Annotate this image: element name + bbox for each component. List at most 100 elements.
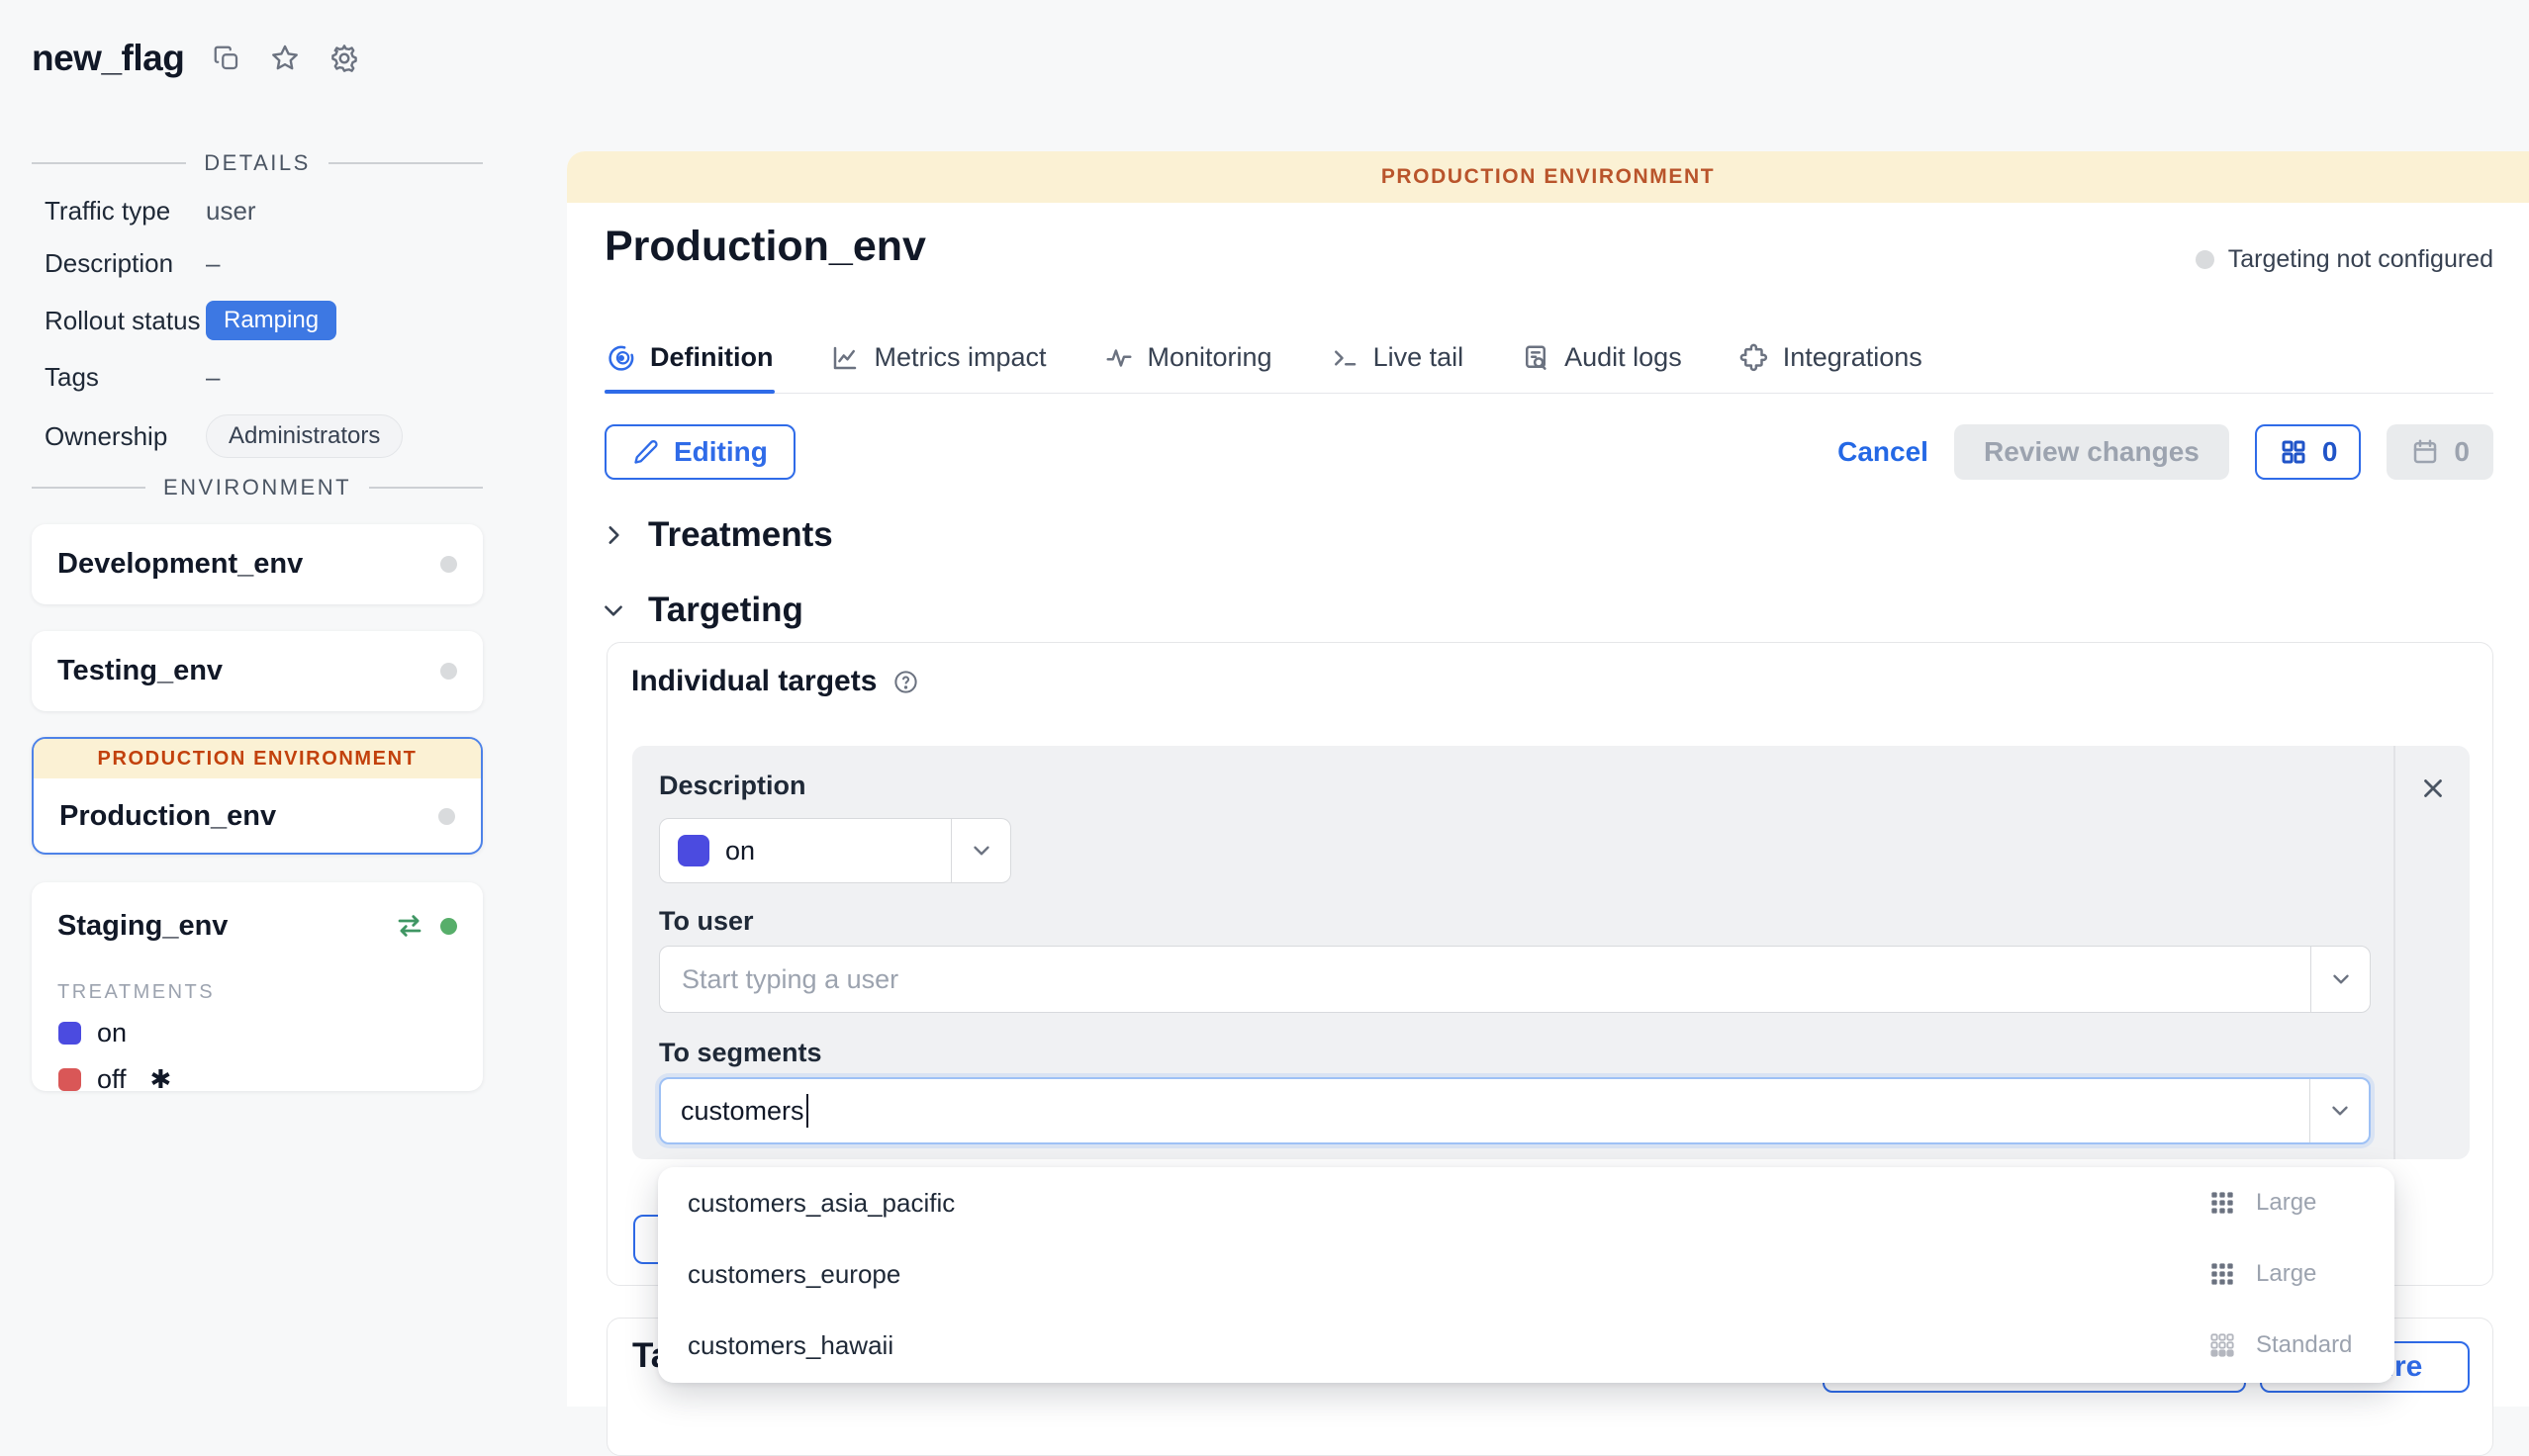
integrations-icon — [1739, 343, 1769, 373]
env-item-development[interactable]: Development_env — [32, 524, 483, 604]
treatments-section-toggle[interactable]: Treatments — [601, 515, 833, 555]
grid-dots-standard-icon — [2206, 1329, 2238, 1361]
treatment-on-swatch — [678, 835, 709, 866]
sync-arrows-icon — [395, 911, 424, 941]
env-name: Staging_env — [57, 910, 228, 943]
tab-label: Audit logs — [1564, 342, 1682, 373]
help-icon[interactable] — [892, 669, 919, 695]
status-dot-green — [440, 918, 457, 935]
tab-integrations[interactable]: Integrations — [1737, 334, 1924, 393]
rollout-status-badge[interactable]: Ramping — [206, 301, 336, 340]
editing-button[interactable]: Editing — [605, 424, 796, 480]
tab-live-tail[interactable]: Live tail — [1328, 334, 1466, 393]
segment-size: Large — [2256, 1189, 2365, 1217]
divider — [32, 162, 186, 164]
to-user-input[interactable] — [660, 947, 2310, 1012]
definition-icon — [607, 343, 636, 373]
env-item-production[interactable]: PRODUCTION ENVIRONMENT Production_env — [32, 737, 483, 855]
details-rows: Traffic type user Description – Rollout … — [45, 196, 480, 458]
targeting-status-text: Targeting not configured — [2228, 245, 2493, 274]
close-icon[interactable] — [2418, 774, 2448, 1159]
targeting-section-title: Targeting — [648, 591, 803, 630]
star-icon[interactable] — [269, 43, 301, 74]
tab-monitoring[interactable]: Monitoring — [1102, 334, 1274, 393]
status-dot-gray — [438, 808, 455, 825]
targeting-section-toggle[interactable]: Targeting — [601, 591, 803, 630]
chevron-down-icon[interactable] — [2309, 1079, 2369, 1142]
ownership-badge[interactable]: Administrators — [206, 414, 403, 458]
remove-target-column — [2393, 746, 2470, 1159]
monitoring-icon — [1104, 343, 1134, 373]
text-caret — [806, 1094, 808, 1128]
segment-size: Standard — [2256, 1331, 2365, 1359]
calendar-icon — [2410, 437, 2440, 467]
tab-label: Definition — [650, 342, 773, 373]
tab-metrics-impact[interactable]: Metrics impact — [828, 334, 1048, 393]
description-value: – — [206, 248, 480, 279]
individual-targets-heading: Individual targets — [631, 665, 877, 698]
treatment-off-label: off — [97, 1064, 127, 1095]
copy-icon[interactable] — [212, 44, 241, 73]
tags-label: Tags — [45, 362, 206, 393]
segments-dropdown: customers_asia_pacific Large customers_e… — [658, 1167, 2394, 1383]
traffic-type-label: Traffic type — [45, 196, 206, 227]
targeting-status: Targeting not configured — [2196, 245, 2493, 274]
divider — [32, 487, 145, 489]
grid-icon — [2279, 437, 2308, 467]
treatments-section-title: Treatments — [648, 515, 833, 555]
tab-label: Integrations — [1783, 342, 1922, 373]
toolbar: Editing Cancel Review changes 0 0 — [605, 424, 2493, 480]
schedule-count: 0 — [2454, 436, 2470, 468]
segment-name: customers_asia_pacific — [688, 1188, 955, 1219]
status-dot-gray — [440, 663, 457, 680]
segment-name: customers_europe — [688, 1259, 900, 1290]
traffic-type-value: user — [206, 196, 480, 227]
audit-logs-icon — [1521, 343, 1550, 373]
ownership-label: Ownership — [45, 421, 206, 452]
review-changes-button[interactable]: Review changes — [1954, 424, 2229, 480]
to-segments-value: customers — [681, 1096, 804, 1127]
segment-option-europe[interactable]: customers_europe Large — [658, 1238, 2394, 1310]
tab-label: Monitoring — [1148, 342, 1272, 373]
treatment-on-row: on — [58, 1018, 483, 1048]
schedule-counter-button[interactable]: 0 — [2387, 424, 2493, 480]
environment-section-header: ENVIRONMENT — [32, 475, 483, 500]
chevron-down-icon — [951, 819, 1010, 882]
treatment-on-swatch — [58, 1022, 81, 1045]
tab-bar: Definition Metrics impact Monitoring Liv… — [605, 334, 2493, 394]
rules-counter-button[interactable]: 0 — [2255, 424, 2362, 480]
env-name: Testing_env — [57, 655, 223, 687]
segment-option-hawaii[interactable]: customers_hawaii Standard — [658, 1310, 2394, 1381]
segment-size: Large — [2256, 1260, 2365, 1288]
divider — [328, 162, 483, 164]
production-environment-banner-main: PRODUCTION ENVIRONMENT — [567, 151, 2529, 203]
grid-dots-icon — [2206, 1258, 2238, 1290]
env-item-testing[interactable]: Testing_env — [32, 631, 483, 711]
env-name: Development_env — [57, 548, 303, 581]
description-label: Description — [45, 248, 206, 279]
rollout-status-label: Rollout status — [45, 306, 206, 336]
cancel-button[interactable]: Cancel — [1837, 436, 1928, 468]
chevron-right-icon — [601, 522, 626, 548]
gear-icon[interactable] — [328, 43, 360, 74]
details-section-header: DETAILS — [32, 150, 483, 176]
treatments-heading: TREATMENTS — [57, 981, 483, 1004]
chevron-down-icon[interactable] — [2310, 947, 2370, 1012]
details-heading: DETAILS — [204, 150, 311, 176]
treatment-select[interactable]: on — [659, 818, 1011, 883]
description-field-label: Description — [659, 771, 806, 801]
to-segments-field[interactable]: customers — [659, 1077, 2371, 1144]
editing-label: Editing — [674, 436, 768, 468]
env-item-staging[interactable]: Staging_env TREATMENTS on off ✱ — [32, 882, 483, 1091]
tab-definition[interactable]: Definition — [605, 334, 775, 393]
env-name: Production_env — [59, 800, 276, 833]
default-treatment-icon: ✱ — [150, 1064, 172, 1095]
treatment-off-row: off ✱ — [58, 1064, 483, 1095]
grid-dots-icon — [2206, 1187, 2238, 1219]
pencil-icon — [632, 438, 660, 466]
divider — [369, 487, 483, 489]
segment-option-asia-pacific[interactable]: customers_asia_pacific Large — [658, 1167, 2394, 1238]
status-dot-gray — [2196, 250, 2214, 269]
tab-audit-logs[interactable]: Audit logs — [1519, 334, 1684, 393]
tab-label: Live tail — [1373, 342, 1464, 373]
